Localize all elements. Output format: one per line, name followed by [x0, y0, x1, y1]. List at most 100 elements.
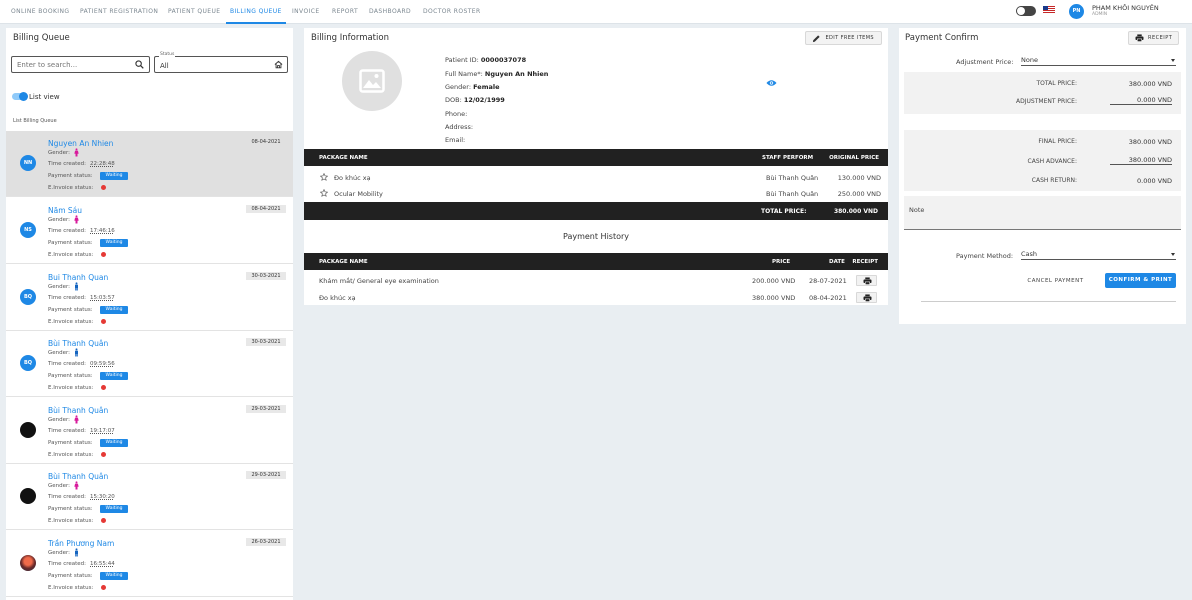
payment-status-label: Payment status:: [48, 506, 93, 512]
star-icon[interactable]: [320, 173, 328, 181]
patient-name[interactable]: Năm Sáu: [48, 206, 82, 215]
time-created-label: Time created:: [48, 161, 87, 167]
status-label: Status: [159, 52, 176, 57]
confirm-print-button[interactable]: CONFIRM & PRINT: [1105, 273, 1176, 288]
us-flag-icon[interactable]: [1043, 6, 1055, 14]
einvoice-status-label: E.Invoice status:: [48, 185, 94, 191]
status-select[interactable]: Status All: [154, 52, 288, 73]
gender-label: Gender:: [48, 150, 71, 156]
total-price-label: TOTAL PRICE:: [1036, 80, 1078, 87]
time-created: 15:30:20: [90, 494, 115, 500]
billing-queue-title: Billing Queue: [13, 33, 70, 43]
billing-queue-panel: Billing Queue Status All List view List …: [6, 28, 293, 600]
total-price-label: TOTAL PRICE:: [761, 208, 807, 215]
nav-patient-queue[interactable]: PATIENT QUEUE: [168, 0, 220, 24]
patient-name[interactable]: Bùi Thanh Quân: [48, 406, 108, 415]
nav-billing-queue[interactable]: BILLING QUEUE: [226, 0, 286, 24]
history-package-name-header: PACKAGE NAME: [319, 259, 368, 265]
queue-item[interactable]: BQ Bùi Thanh Quân 30-03-2021 Gender: Tim…: [6, 331, 293, 397]
list-view-label: List view: [29, 93, 60, 101]
patient-name[interactable]: Trần Phương Nam: [48, 539, 114, 548]
history-date: 08-04-2021: [809, 294, 847, 302]
male-icon: [75, 348, 78, 357]
user-avatar[interactable]: PN: [1069, 4, 1084, 19]
history-package-name: Đo khúc xạ: [319, 294, 356, 302]
payment-status-label: Payment status:: [48, 373, 93, 379]
queue-item[interactable]: Bùi Thanh Quân 29-03-2021 Gender: Time c…: [6, 398, 293, 464]
queue-item[interactable]: BQ Bui Thanh Quan 30-03-2021 Gender: Tim…: [6, 265, 293, 331]
male-icon: [75, 282, 78, 291]
patient-id-label: Patient ID:: [445, 56, 479, 64]
note-textarea[interactable]: Note: [904, 196, 1181, 230]
female-icon: [74, 415, 79, 424]
package-price: 250.000 VND: [837, 190, 881, 198]
adjustment-price-input[interactable]: 0.000 VND: [1110, 96, 1172, 105]
queue-item[interactable]: Bùi Thanh Quân 29-03-2021 Gender: Time c…: [6, 464, 293, 530]
patient-name[interactable]: Bùi Thanh Quân: [48, 339, 108, 348]
avatar: [20, 555, 36, 571]
nav-dashboard[interactable]: DASHBOARD: [369, 0, 411, 24]
status-badge: Waiting: [100, 172, 128, 180]
print-receipt-button[interactable]: [856, 275, 877, 286]
staff-name: Bùi Thanh Quân: [766, 190, 819, 198]
search-icon[interactable]: [135, 60, 144, 69]
adjustment-price-summary-label: ADJUSTMENT PRICE:: [1016, 98, 1077, 105]
time-created-label: Time created:: [48, 561, 87, 567]
edit-free-items-button[interactable]: EDIT FREE ITEMS: [805, 31, 882, 45]
gender-label: Gender:: [48, 550, 71, 556]
nav-invoice[interactable]: INVOICE: [292, 0, 320, 24]
history-price: 200.000 VND: [752, 277, 796, 285]
queue-item[interactable]: NN Nguyen An Nhien 08-04-2021 Gender: Ti…: [6, 131, 293, 197]
dob-label: DOB:: [445, 96, 462, 104]
address-label: Address:: [445, 123, 474, 131]
patient-name[interactable]: Bui Thanh Quan: [48, 273, 108, 282]
top-nav: ONLINE BOOKING PATIENT REGISTRATION PATI…: [0, 0, 1192, 24]
einvoice-status-label: E.Invoice status:: [48, 452, 94, 458]
patient-name[interactable]: Bùi Thanh Quân: [48, 472, 108, 481]
eye-icon[interactable]: [766, 79, 777, 87]
gender-label: Gender:: [445, 83, 472, 91]
nav-online-booking[interactable]: ONLINE BOOKING: [11, 0, 69, 24]
cancel-payment-button[interactable]: CANCEL PAYMENT: [1023, 276, 1088, 287]
einvoice-status-dot: [101, 185, 106, 190]
history-package-name: Khám mắt/ General eye examination: [319, 277, 439, 285]
search-field[interactable]: [11, 56, 150, 73]
nav-patient-registration[interactable]: PATIENT REGISTRATION: [80, 0, 158, 24]
adjustment-price-select[interactable]: None: [1021, 56, 1176, 66]
nav-doctor-roster[interactable]: DOCTOR ROSTER: [423, 0, 481, 24]
email-label: Email:: [445, 136, 466, 144]
queue-item[interactable]: Trần Phương Nam 26-03-2021 Gender: Time …: [6, 531, 293, 597]
theme-toggle[interactable]: [1016, 6, 1036, 16]
cash-advance-input[interactable]: 380.000 VND: [1110, 156, 1172, 165]
star-icon[interactable]: [320, 189, 328, 197]
table-row: Đo khúc xạ 380.000 VND 08-04-2021: [304, 291, 888, 304]
list-view-toggle[interactable]: [12, 92, 28, 101]
print-receipt-button[interactable]: [856, 292, 877, 303]
home-icon[interactable]: [274, 60, 283, 69]
final-price-label: FINAL PRICE:: [1038, 138, 1077, 145]
payment-status-label: Payment status:: [48, 240, 93, 246]
time-created: 22:28:48: [90, 161, 115, 167]
package-price: 130.000 VND: [837, 174, 881, 182]
patient-name[interactable]: Nguyen An Nhien: [48, 139, 113, 148]
original-price-header: ORIGINAL PRICE: [829, 155, 879, 161]
full-name-label: Full Name*:: [445, 70, 483, 78]
time-created-label: Time created:: [48, 428, 87, 434]
einvoice-status-label: E.Invoice status:: [48, 518, 94, 524]
search-input[interactable]: [12, 57, 122, 72]
gender-row: Gender: Female: [445, 83, 500, 91]
date-badge: 08-04-2021: [246, 205, 286, 213]
nav-report[interactable]: REPORT: [332, 0, 358, 24]
cash-return-label: CASH RETURN:: [1031, 177, 1077, 184]
price-summary-box: TOTAL PRICE: 380.000 VND ADJUSTMENT PRIC…: [904, 72, 1181, 114]
printer-icon: [863, 294, 872, 302]
queue-item[interactable]: NS Năm Sáu 08-04-2021 Gender: Time creat…: [6, 198, 293, 264]
payment-status-label: Payment status:: [48, 307, 93, 313]
payment-method-select[interactable]: Cash: [1021, 250, 1176, 260]
payment-history-title: Payment History: [562, 232, 630, 241]
pencil-icon: [812, 35, 820, 43]
full-name-value: Nguyen An Nhien: [484, 70, 549, 78]
receipt-button[interactable]: RECEIPT: [1128, 31, 1179, 45]
chevron-down-icon: [1171, 59, 1175, 62]
total-price-value: 380.000 VND: [833, 208, 878, 215]
